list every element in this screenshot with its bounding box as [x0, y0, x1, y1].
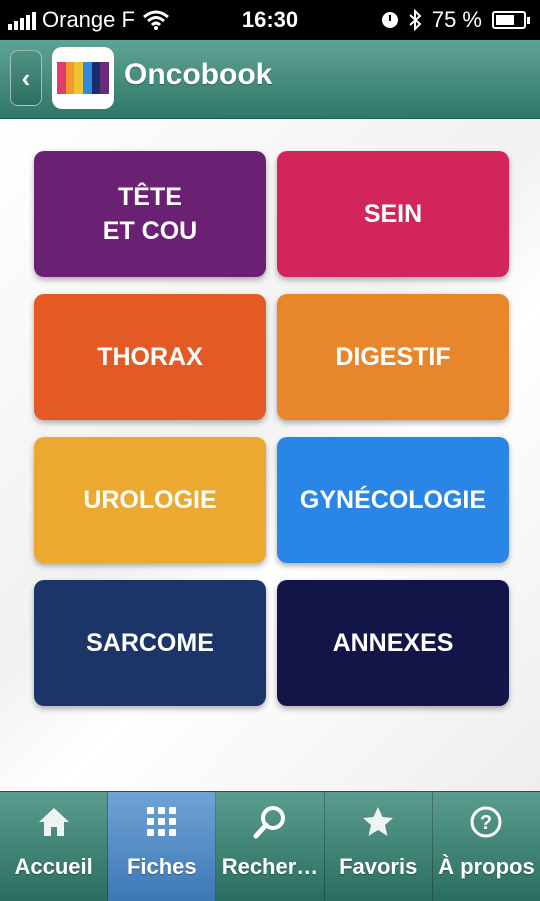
nav-bar: ‹ Oncobook [0, 40, 540, 119]
grid-icon [144, 804, 180, 840]
tile-sein[interactable]: SEIN [277, 151, 509, 277]
tile-sarcome[interactable]: SARCOME [34, 580, 266, 706]
logo-stripe [65, 62, 75, 94]
tile-digestif[interactable]: DIGESTIF [277, 294, 509, 420]
category-grid: TÊTE ET COU SEIN THORAX DIGESTIF UROLOGI… [34, 151, 509, 706]
tab-a-propos[interactable]: ? À propos [433, 792, 540, 901]
tile-tete-et-cou[interactable]: TÊTE ET COU [34, 151, 266, 277]
app-logo [52, 47, 114, 109]
tab-label: Fiches [126, 854, 197, 879]
tile-gynecologie[interactable]: GYNÉCOLOGIE [277, 437, 509, 563]
tile-annexes[interactable]: ANNEXES [277, 580, 509, 706]
tab-label: À propos [438, 854, 535, 879]
battery-percent: 75 % [431, 7, 482, 32]
back-button[interactable]: ‹ [10, 50, 42, 106]
battery-icon [492, 11, 530, 29]
tile-urologie[interactable]: UROLOGIE [34, 437, 266, 563]
tile-label: ANNEXES [332, 629, 454, 657]
alarm-clock-icon [381, 12, 398, 28]
page-title: Oncobook [124, 58, 273, 91]
help-icon: ? [468, 804, 504, 840]
tile-label: TÊTE ET COU [102, 183, 198, 245]
logo-stripe [100, 62, 110, 94]
tile-label: SEIN [363, 200, 423, 228]
logo-stripe [57, 62, 66, 94]
tab-recherche[interactable]: Recher… [216, 792, 325, 901]
tab-label: Accueil [14, 854, 93, 879]
tile-label: GYNÉCOLOGIE [299, 486, 487, 514]
tile-label: UROLOGIE [83, 486, 217, 514]
home-icon [36, 804, 72, 840]
bluetooth-icon [409, 9, 422, 31]
star-icon [360, 804, 396, 840]
search-icon [252, 804, 288, 840]
tile-label: SARCOME [86, 629, 214, 657]
tab-fiches[interactable]: Fiches [108, 792, 217, 901]
chevron-left-icon: ‹ [21, 62, 31, 93]
tile-thorax[interactable]: THORAX [34, 294, 266, 420]
tab-label: Favoris [339, 854, 418, 879]
tab-bar: Accueil Fiches Recher… Favoris ? À propo… [0, 791, 540, 901]
logo-stripe [74, 62, 84, 94]
tile-label: THORAX [97, 343, 203, 371]
tab-favoris[interactable]: Favoris [325, 792, 433, 901]
svg-text:?: ? [480, 812, 492, 834]
status-bar: Orange F 16:30 75 % [0, 0, 540, 40]
tab-label: Recher… [221, 854, 319, 879]
category-grid-area: TÊTE ET COU SEIN THORAX DIGESTIF UROLOGI… [0, 119, 540, 791]
tab-accueil[interactable]: Accueil [0, 792, 109, 901]
logo-stripe [91, 62, 101, 94]
tile-label: DIGESTIF [335, 343, 451, 371]
logo-stripe [83, 62, 92, 94]
